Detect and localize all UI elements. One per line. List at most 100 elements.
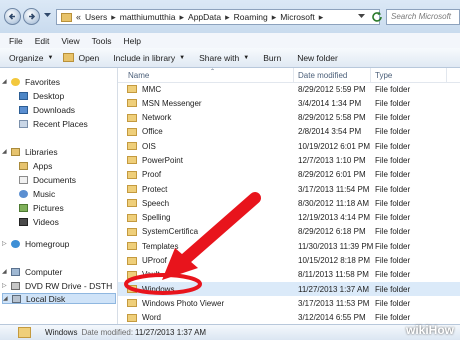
folder-icon [127,199,137,208]
include-label: Include in library [113,52,176,63]
file-date: 10/19/2012 6:01 PM [298,141,371,151]
menu-help[interactable]: Help [123,36,140,46]
breadcrumb-users[interactable]: Users [82,12,110,22]
nav-libraries[interactable]: ◢ Libraries [2,146,58,157]
forward-button[interactable] [23,8,40,25]
file-row[interactable]: Windows 11/27/2013 1:37 AM File folder [118,282,460,297]
share-label: Share with [199,52,240,63]
menu-view[interactable]: View [61,36,79,46]
include-in-library-button[interactable]: Include in library ▼ [113,53,185,63]
back-button[interactable] [4,8,21,25]
file-row[interactable]: SystemCertifica 8/29/2012 6:18 PM File fol… [118,225,460,239]
file-row[interactable]: Network 8/29/2012 5:58 PM File folder [118,111,460,125]
nav-favorites[interactable]: ◢ Favorites [2,76,60,87]
nav-local-disk[interactable]: ◢ Local Disk [2,293,116,304]
file-row[interactable]: Protect 3/17/2013 11:54 PM File folder [118,182,460,196]
column-date-modified[interactable]: Date modified [298,71,347,80]
menu-tools[interactable]: Tools [92,36,112,46]
refresh-icon[interactable] [370,10,384,24]
file-date: 10/15/2012 8:18 PM [298,256,371,266]
open-label: Open [78,52,100,63]
file-name: Vault [142,270,160,280]
menu-edit[interactable]: Edit [35,36,50,46]
forward-arrow-icon [29,13,36,20]
nav-dvd-label: DVD RW Drive - DSTH [25,280,113,291]
menu-file[interactable]: File [9,36,23,46]
column-divider[interactable] [293,68,294,82]
burn-button[interactable]: Burn [263,53,281,63]
file-type: File folder [375,98,411,108]
column-divider[interactable] [370,68,371,82]
nav-music[interactable]: Music [19,188,55,199]
file-type: File folder [375,113,411,123]
nav-desktop[interactable]: Desktop [19,90,64,101]
folder-icon [127,285,137,294]
pictures-icon [19,203,28,212]
column-type[interactable]: Type [375,71,392,80]
breadcrumb-appdata[interactable]: AppData [185,12,224,22]
file-row[interactable]: Spelling 12/19/2013 4:14 PM File folder [118,211,460,225]
folder-icon [127,142,137,151]
nav-dvd-drive[interactable]: ▷ DVD RW Drive - DSTH [2,280,112,291]
file-row[interactable]: Templates 11/30/2013 11:39 PM File folder [118,239,460,253]
organize-button[interactable]: Organize ▼ [9,53,53,63]
nav-downloads[interactable]: Downloads [19,104,75,115]
column-divider[interactable] [446,68,447,82]
file-row[interactable]: Office 2/8/2014 3:54 PM File folder [118,125,460,139]
file-date: 11/30/2013 11:39 PM [298,241,374,251]
open-button[interactable]: Open [63,53,99,63]
search-input[interactable]: Search Microsoft [386,9,460,25]
recent-pages-chevron-icon[interactable] [44,13,51,18]
file-row[interactable]: OIS 10/19/2012 6:01 PM File folder [118,139,460,153]
nav-music-label: Music [33,188,56,199]
nav-computer[interactable]: ◢ Computer [2,266,62,277]
file-type: File folder [375,84,411,94]
nav-apps[interactable]: Apps [19,160,52,171]
nav-documents-label: Documents [33,174,76,185]
file-row[interactable]: PowerPoint 12/7/2013 1:10 PM File folder [118,153,460,167]
share-with-button[interactable]: Share with ▼ [199,53,249,63]
address-field[interactable]: « Users ▸ matthiumutthia ▸ AppData ▸ Roa… [56,9,380,25]
new-folder-button[interactable]: New folder [297,53,338,63]
file-row[interactable]: MSN Messenger 3/4/2014 1:34 PM File folder [118,96,460,110]
nav-apps-label: Apps [33,160,53,171]
breadcrumb-user[interactable]: matthiumutthia [117,12,179,22]
nav-videos[interactable]: Videos [19,216,59,227]
sort-up-icon: ⌃ [210,69,216,75]
column-name[interactable]: Name [128,71,149,80]
file-row[interactable]: UProof 10/15/2012 8:18 PM File folder [118,254,460,268]
file-type: File folder [375,213,411,223]
file-row[interactable]: Speech 8/30/2012 11:18 AM File folder [118,196,460,210]
file-row[interactable]: Proof 8/29/2012 6:01 PM File folder [118,168,460,182]
nav-recent-places[interactable]: Recent Places [19,118,88,129]
file-row[interactable]: Word 3/12/2014 6:55 PM File folder [118,311,460,324]
organize-label: Organize [9,52,44,63]
file-row[interactable]: Windows Photo Viewer 3/17/2013 11:53 PM Fi… [118,296,460,310]
expand-arrow-icon: ◢ [2,269,7,275]
folder-icon [127,170,137,179]
documents-icon [19,175,28,184]
breadcrumb-microsoft[interactable]: Microsoft [277,12,317,22]
breadcrumb-roaming[interactable]: Roaming [231,12,271,22]
nav-local-disk-label: Local Disk [26,293,66,304]
folder-icon [127,299,137,308]
folder-icon [127,99,137,108]
file-row[interactable]: Vault 8/11/2013 11:58 PM File folder [118,268,460,282]
folder-open-icon [63,53,75,62]
nav-pictures-label: Pictures [33,202,64,213]
computer-icon [11,267,20,276]
file-date: 11/27/2013 1:37 AM [298,284,370,294]
nav-documents[interactable]: Documents [19,174,76,185]
file-name: Office [142,127,163,137]
address-dropdown-icon[interactable] [358,14,365,19]
file-date: 12/19/2013 4:14 PM [298,213,371,223]
file-date: 3/17/2013 11:54 PM [298,184,370,194]
nav-homegroup[interactable]: ▷ Homegroup [2,238,69,249]
folder-icon [127,85,137,93]
homegroup-icon [11,239,20,248]
recent-places-icon [19,119,28,128]
file-row[interactable]: MMC 8/29/2012 5:59 PM File folder [118,82,460,96]
folder-icon [127,127,137,136]
nav-pictures[interactable]: Pictures [19,202,64,213]
file-name: MMC [142,84,162,94]
